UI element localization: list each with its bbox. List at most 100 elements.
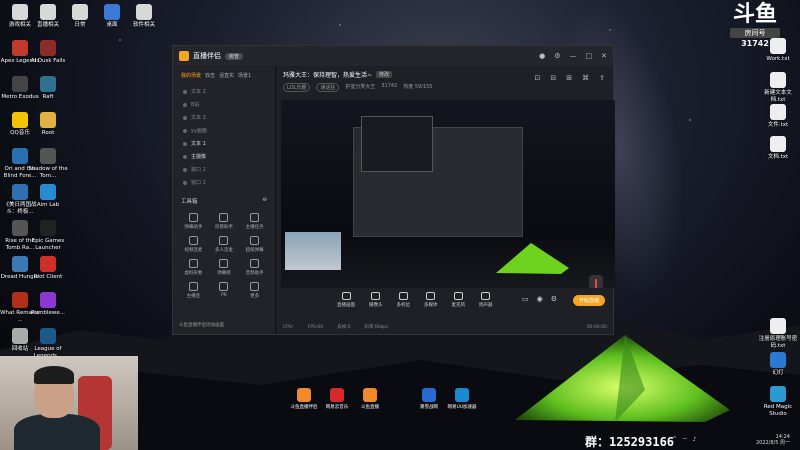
lock-icon[interactable]: ⊟ <box>550 74 556 82</box>
desktop-icon-label: 软件相关 <box>132 22 155 28</box>
scene-item[interactable]: 窗口 1 <box>173 176 275 189</box>
eye-icon[interactable] <box>183 141 187 146</box>
network-icon[interactable]: ⌔ <box>682 436 688 444</box>
volume-icon[interactable]: ♪ <box>693 436 697 444</box>
toolbox-toggle-icon[interactable]: ⊖ <box>262 197 267 205</box>
scene-item[interactable]: yy画面 <box>173 124 275 137</box>
desktop-icon[interactable]: 注册原理账号密码.txt <box>758 318 798 349</box>
desktop-icon[interactable]: 软件相关 <box>124 4 164 29</box>
start-live-button[interactable]: 开始直播 <box>572 295 605 306</box>
desktop-icon[interactable]: Rumblewe... <box>28 292 68 317</box>
app-icon <box>12 148 28 164</box>
scene-tab[interactable]: 我的场景 <box>181 72 201 79</box>
scene-item[interactable]: 文本 2 <box>173 85 275 98</box>
record-icon[interactable]: ⊡ <box>535 74 541 82</box>
desktop-icon[interactable]: League of Legends... <box>28 328 68 359</box>
stream-title: 玛雅大王：保持理智，热爱生活~ <box>283 72 373 79</box>
eye-icon[interactable] <box>183 89 187 94</box>
preview-controls: ▭ ◉ ⚙ <box>522 295 557 303</box>
desktop-shortcut[interactable]: 网易云音乐 <box>320 388 354 410</box>
desktop-icon[interactable]: Shadow of the Tom... <box>28 148 68 179</box>
eye-icon[interactable] <box>183 128 187 133</box>
desktop-icon[interactable]: Root <box>28 112 68 137</box>
desktop-icon[interactable]: Ai Dusk Falls <box>28 40 68 65</box>
toolbox-item[interactable]: 主播任务 <box>240 213 269 230</box>
toolbox-item[interactable]: 音频助手 <box>240 259 269 276</box>
minimize-icon[interactable]: — <box>570 52 577 60</box>
source-button[interactable]: 多机位 <box>397 292 410 308</box>
scene-tab[interactable]: 双击 <box>205 72 215 79</box>
gear-icon[interactable]: ⚙ <box>551 295 557 303</box>
clock[interactable]: 14:24 2022/8/5 周一 <box>756 434 790 446</box>
scene-item[interactable]: B站 <box>173 98 275 111</box>
record-video-icon[interactable]: ▭ <box>522 295 529 303</box>
desktop-icon[interactable]: 文档.txt <box>758 136 798 161</box>
maximize-icon[interactable]: □ <box>586 52 593 60</box>
desktop-icon[interactable]: 新建文本文档.txt <box>758 72 798 103</box>
app-icon <box>40 220 56 236</box>
settings-icon[interactable]: ⚙ <box>554 52 560 60</box>
toolbox-item[interactable]: 更多 <box>240 282 269 299</box>
desktop-icon[interactable]: Riot Client <box>28 256 68 281</box>
scene-item[interactable]: 主摄像 <box>173 150 275 163</box>
source-button[interactable]: 摄像头 <box>369 292 383 308</box>
share-icon[interactable]: ⇪ <box>599 74 605 82</box>
eye-icon[interactable] <box>183 115 187 120</box>
toolbox-item[interactable]: 多人连麦 <box>210 236 239 253</box>
eye-icon[interactable] <box>183 167 187 172</box>
scene-tab[interactable]: 场景1 <box>238 72 251 79</box>
desktop-icon[interactable]: Aim Lab <box>28 184 68 209</box>
desktop-shortcut[interactable]: 斗鱼直播伴侣 <box>287 388 321 410</box>
source-icon <box>371 292 381 300</box>
toolbox-item[interactable]: PK <box>210 282 239 299</box>
toolbox-item[interactable]: 弹幕姬 <box>210 259 239 276</box>
tool-label: 弹幕姬 <box>217 271 231 276</box>
edit-title-button[interactable]: 修改 <box>376 71 393 78</box>
scene-item[interactable]: 窗口 2 <box>173 163 275 176</box>
desktop-icon[interactable]: Raft <box>28 76 68 101</box>
link-icon[interactable]: ⌘ <box>582 74 589 82</box>
desktop-shortcut[interactable]: 暴雪战网 <box>412 388 446 410</box>
desktop-icon[interactable]: Red Magic Studio <box>758 386 798 417</box>
scene-item[interactable]: 文本 3 <box>173 111 275 124</box>
avatar-icon[interactable]: ● <box>539 52 545 60</box>
toolbox-item[interactable]: 主播连 <box>179 282 208 299</box>
toolbox-item[interactable]: 虚拟形象 <box>179 259 208 276</box>
toolbox-item[interactable]: 超级弹幕 <box>240 236 269 253</box>
app-icon <box>455 388 469 402</box>
source-button[interactable]: 麦克风 <box>451 292 466 308</box>
chevron-up-icon[interactable]: ^ <box>672 436 677 444</box>
file-icon <box>770 72 786 88</box>
add-source-link[interactable]: 斗鱼直播伴侣添加画面 <box>179 322 224 328</box>
app-icon <box>40 76 56 92</box>
app-icon <box>40 4 56 20</box>
close-icon[interactable]: ✕ <box>601 52 607 60</box>
stream-preview[interactable]: 100 125293166 <box>281 100 615 288</box>
desktop-icon[interactable]: Epic Games Launcher <box>28 220 68 251</box>
source-button[interactable]: 多媒体 <box>424 292 438 308</box>
toolbox-item[interactable]: 视频连麦 <box>179 236 208 253</box>
desktop-shortcut[interactable]: 网易UU加速器 <box>445 388 479 410</box>
volume-slider[interactable]: 100 <box>589 275 603 288</box>
toolbox-item[interactable]: 弹幕助手 <box>179 213 208 230</box>
shortcut-label: 斗鱼直播 <box>361 405 379 410</box>
tool-icon <box>219 213 229 222</box>
toolbox-item[interactable]: 房管助手 <box>210 213 239 230</box>
scene-tab[interactable]: 话直实 <box>219 72 234 79</box>
eye-icon[interactable] <box>183 154 187 159</box>
tool-icon <box>250 213 260 222</box>
eye-icon[interactable]: ◉ <box>537 295 543 303</box>
source-button[interactable]: 直播画面 <box>337 292 355 308</box>
eye-icon[interactable] <box>183 180 187 185</box>
desktop-shortcut[interactable]: 斗鱼直播 <box>353 388 387 410</box>
desktop-icon[interactable]: 文件.txt <box>758 104 798 129</box>
source-label: 扬声器 <box>479 303 493 308</box>
app-icon <box>12 40 28 56</box>
eye-icon[interactable] <box>183 102 187 107</box>
source-label: 麦克风 <box>451 303 466 308</box>
desktop-icon[interactable]: 幻灯 <box>758 352 798 377</box>
scene-item[interactable]: 文本 1 <box>173 137 275 150</box>
header-tools: ⊡ ⊟ ⊞ ⌘ ⇪ <box>535 74 606 82</box>
source-button[interactable]: 扬声器 <box>479 292 493 308</box>
camera-icon[interactable]: ⊞ <box>566 74 572 82</box>
